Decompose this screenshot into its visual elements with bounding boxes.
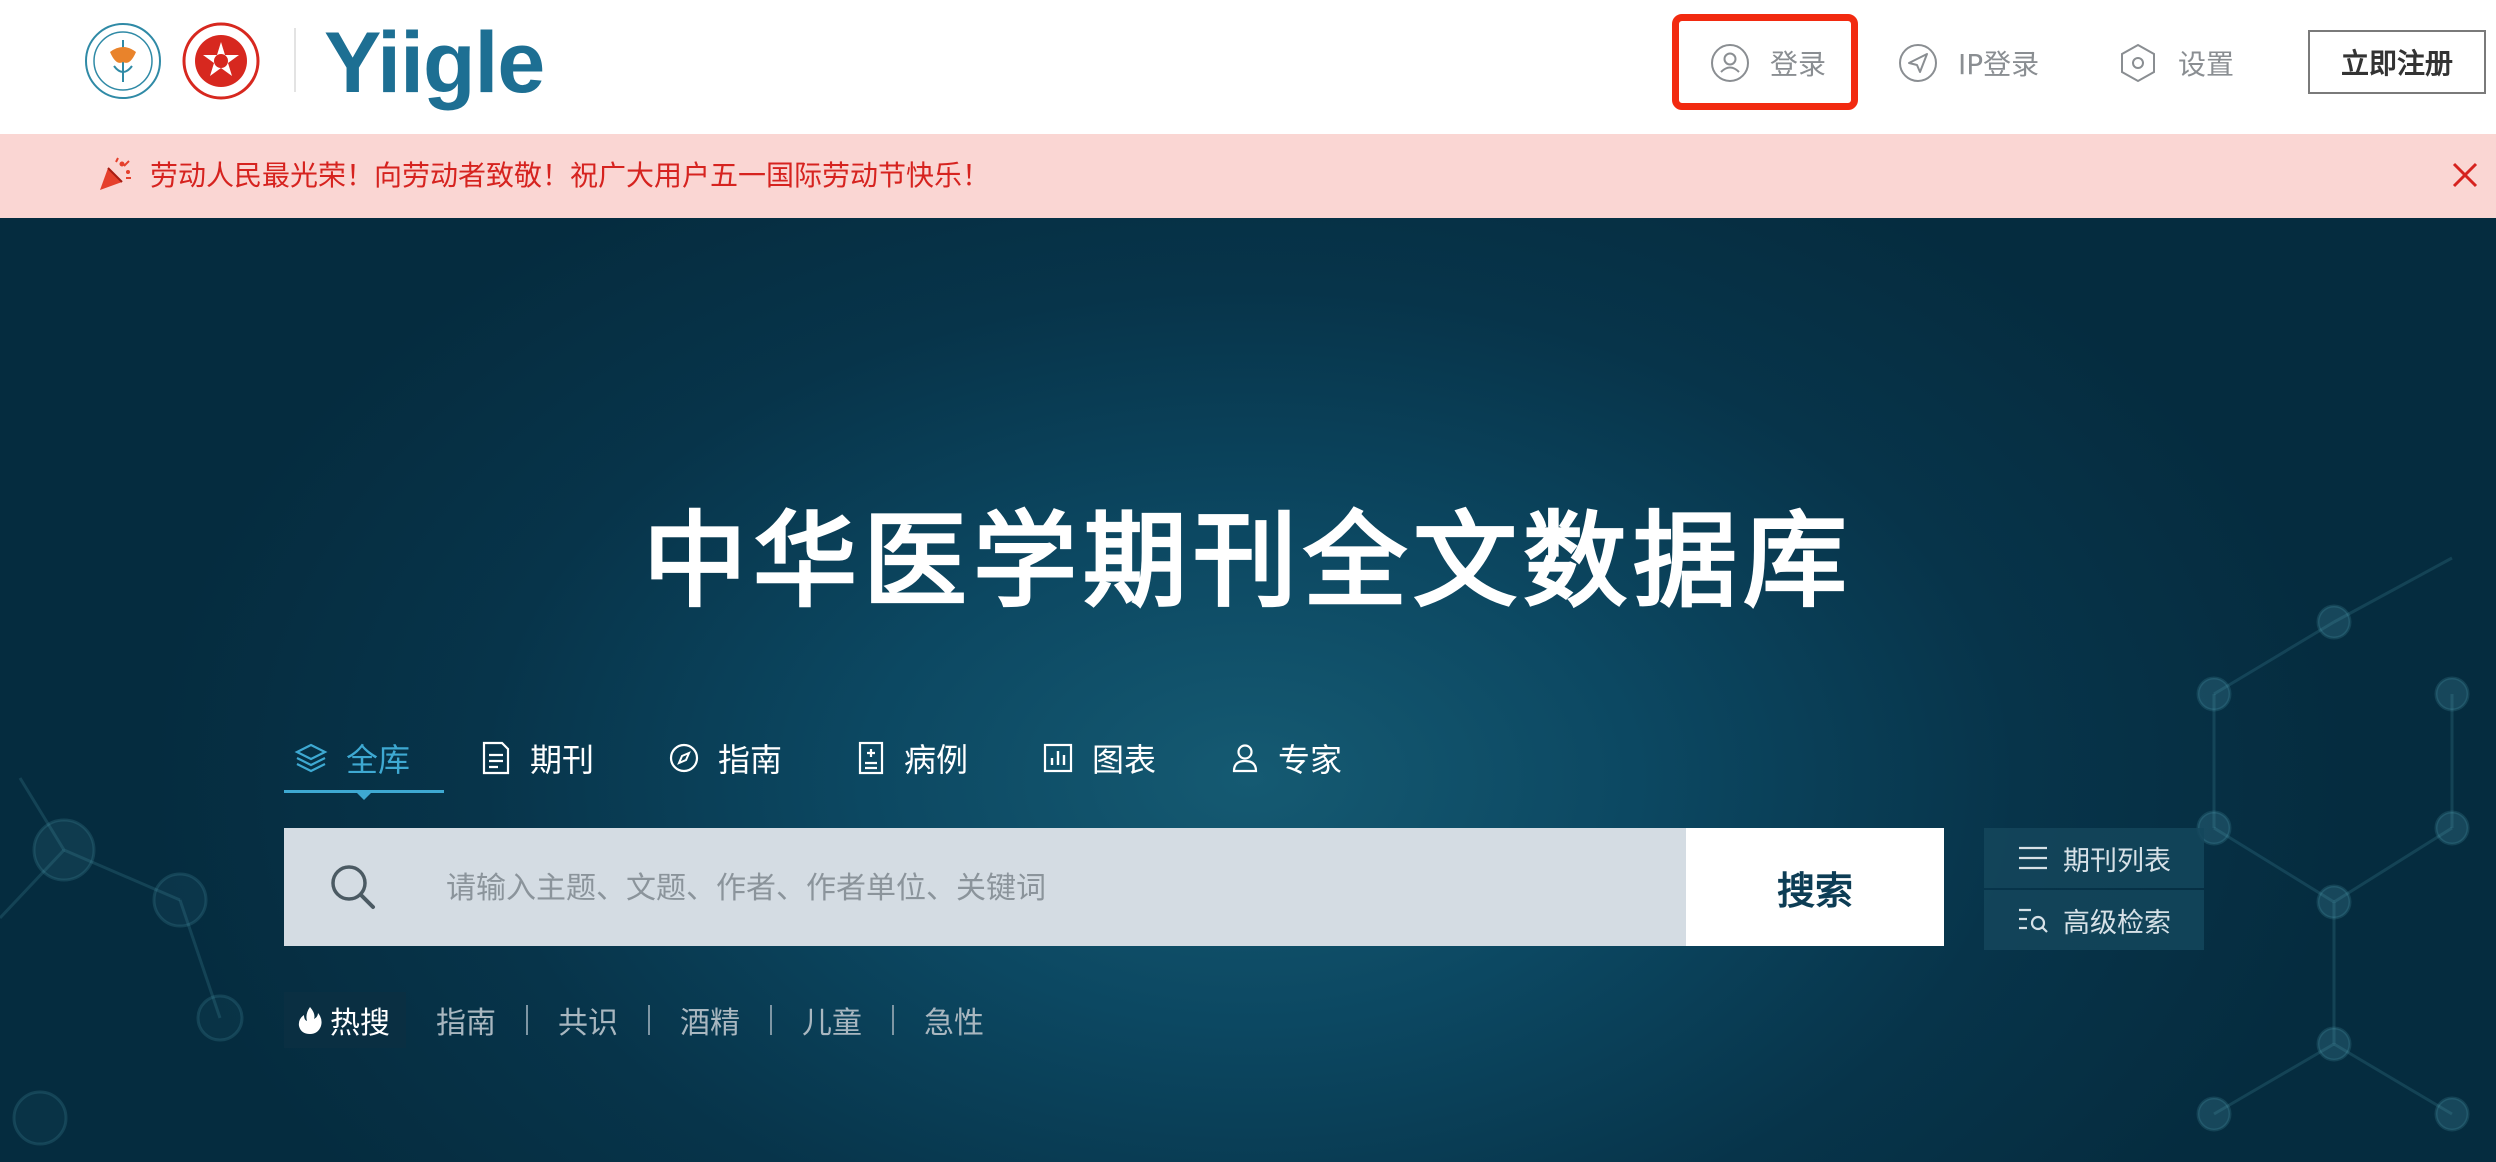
chart-icon — [1043, 743, 1073, 773]
tab-charts[interactable]: 图表 — [1042, 718, 1156, 798]
tab-cases-label: 病例 — [904, 741, 969, 779]
close-icon[interactable] — [2450, 160, 2480, 190]
logo-divider — [294, 28, 296, 92]
login-label: 登录 — [1770, 48, 1827, 81]
case-icon — [858, 741, 884, 775]
list-icon — [2019, 846, 2047, 870]
hero-section: 中华医学期刊全文数据库 全库 期刊 指南 病例 图表 专家 请输入主题、文题、作… — [0, 218, 2496, 1162]
cma-logo[interactable] — [84, 22, 162, 100]
tab-charts-label: 图表 — [1092, 741, 1157, 779]
hot-search-label: 热搜 — [284, 992, 406, 1048]
tab-journals-label: 期刊 — [530, 741, 595, 779]
hot-search-bar: 热搜 指南 共识 酒精 儿童 急性 — [284, 992, 1014, 1048]
top-header: Yiigle 登录 IP登录 设置 立即注册 — [0, 0, 2496, 134]
flame-icon — [298, 1007, 322, 1034]
settings-link[interactable]: 设置 — [2118, 30, 2234, 96]
compass-icon — [669, 743, 699, 773]
journal-list-label: 期刊列表 — [2063, 845, 2171, 877]
search-box — [284, 828, 1686, 948]
hot-item-guidelines[interactable]: 指南 — [406, 998, 526, 1042]
active-tab-caret — [356, 792, 372, 800]
ip-login-label: IP登录 — [1958, 48, 2040, 81]
cmaph-logo[interactable] — [182, 22, 260, 100]
tab-experts[interactable]: 专家 — [1230, 718, 1342, 798]
tab-guidelines[interactable]: 指南 — [668, 718, 782, 798]
announcement-bar: 劳动人民最光荣！向劳动者致敬！祝广大用户五一国际劳动节快乐！ — [0, 134, 2496, 218]
tab-cases[interactable]: 病例 — [856, 718, 968, 798]
journal-icon — [482, 741, 510, 775]
hot-item-acute[interactable]: 急性 — [894, 998, 1014, 1042]
settings-label: 设置 — [2178, 48, 2235, 81]
search-input[interactable] — [444, 828, 1668, 948]
search-button[interactable]: 搜索 — [1686, 828, 1944, 946]
search-icon — [331, 865, 375, 909]
tab-guidelines-label: 指南 — [718, 741, 783, 779]
tab-all[interactable]: 全库 — [294, 718, 410, 798]
hot-item-children[interactable]: 儿童 — [772, 998, 892, 1042]
tab-all-label: 全库 — [346, 741, 411, 779]
tab-journals[interactable]: 期刊 — [480, 718, 594, 798]
hero-title: 中华医学期刊全文数据库 — [642, 500, 1853, 622]
journal-list-button[interactable]: 期刊列表 — [1984, 828, 2204, 888]
expert-icon — [1232, 744, 1258, 773]
announcement-text: 劳动人民最光荣！向劳动者致敬！祝广大用户五一国际劳动节快乐！ — [150, 159, 991, 192]
login-link[interactable]: 登录 — [1710, 30, 1826, 96]
party-popper-icon — [100, 157, 131, 190]
ip-login-link[interactable]: IP登录 — [1898, 30, 2039, 96]
register-button[interactable]: 立即注册 — [2308, 30, 2486, 94]
hot-label-text: 热搜 — [330, 1006, 390, 1041]
send-icon — [1899, 44, 1937, 82]
advanced-search-button[interactable]: 高级检索 — [1984, 890, 2204, 950]
user-icon — [1711, 44, 1749, 82]
layers-icon — [294, 743, 328, 773]
hot-item-consensus[interactable]: 共识 — [528, 998, 648, 1042]
tab-experts-label: 专家 — [1278, 741, 1343, 779]
advanced-search-label: 高级检索 — [2063, 907, 2171, 939]
settings-icon — [2121, 43, 2155, 83]
hot-item-alcohol[interactable]: 酒精 — [650, 998, 770, 1042]
brand-logo-text[interactable]: Yiigle — [324, 8, 545, 118]
advanced-search-icon — [2019, 908, 2048, 933]
